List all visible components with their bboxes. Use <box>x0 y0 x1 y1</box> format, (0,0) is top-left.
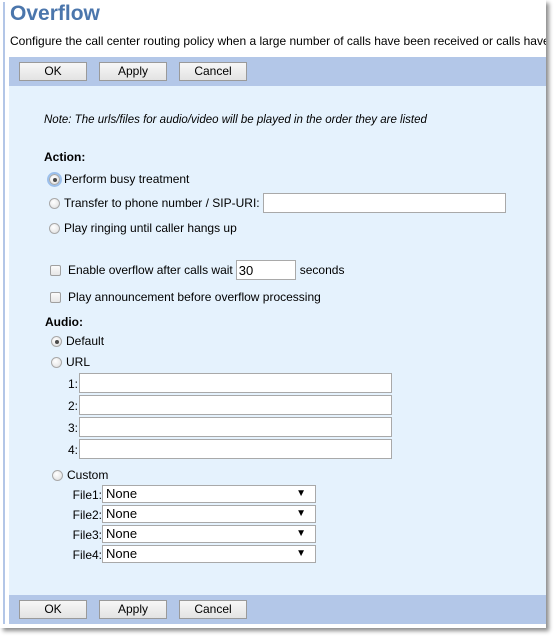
url-1-label: 1: <box>67 377 78 391</box>
wait-seconds-input[interactable] <box>235 260 296 280</box>
file-1-value: None <box>106 486 138 501</box>
top-toolbar: OK Apply Cancel <box>9 57 546 86</box>
action-option-transfer[interactable]: Transfer to phone number / SIP-URI: <box>49 193 506 213</box>
announce-label: Play announcement before overflow proces… <box>68 290 321 304</box>
busy-treatment-label: Perform busy treatment <box>64 172 190 186</box>
file-1-select[interactable]: None ▼ <box>102 485 316 503</box>
cancel-button-bottom[interactable]: Cancel <box>179 600 247 619</box>
enable-overflow-checkbox[interactable] <box>50 264 61 276</box>
dropdown-arrow-icon: ▼ <box>296 488 306 499</box>
audio-url-label: URL <box>66 355 91 369</box>
url-4-input[interactable] <box>79 439 392 459</box>
audio-url-option[interactable]: URL <box>51 355 90 369</box>
audio-heading: Audio: <box>45 315 83 329</box>
bottom-toolbar: OK Apply Cancel <box>9 595 546 624</box>
file-3-select[interactable]: None ▼ <box>102 525 316 543</box>
audio-default-option[interactable]: Default <box>51 334 104 348</box>
action-option-ringing[interactable]: Play ringing until caller hangs up <box>49 221 237 235</box>
file-3-value: None <box>106 526 138 541</box>
file-2-label: File2: <box>72 508 102 522</box>
url-2-input[interactable] <box>79 395 392 415</box>
url-4-label: 4: <box>67 443 78 457</box>
transfer-number-input[interactable] <box>262 193 506 213</box>
url-3-input[interactable] <box>79 417 392 437</box>
ok-button-bottom[interactable]: OK <box>19 600 87 619</box>
cancel-button[interactable]: Cancel <box>179 62 247 81</box>
dropdown-arrow-icon: ▼ <box>296 528 306 539</box>
file-4-value: None <box>106 546 138 561</box>
radio-busy-treatment[interactable] <box>47 171 62 187</box>
announce-checkbox[interactable] <box>50 291 61 303</box>
file-4-select[interactable]: None ▼ <box>102 545 316 563</box>
file-3-label: File3: <box>72 528 102 542</box>
apply-button[interactable]: Apply <box>99 62 167 81</box>
dropdown-arrow-icon: ▼ <box>296 508 306 519</box>
audio-custom-option[interactable]: Custom <box>52 468 108 482</box>
page-title: Overflow <box>10 2 100 25</box>
url-3-label: 3: <box>67 421 78 435</box>
url-1-input[interactable] <box>79 373 392 393</box>
file-2-select[interactable]: None ▼ <box>102 505 316 523</box>
announce-row[interactable]: Play announcement before overflow proces… <box>50 290 321 304</box>
radio-audio-default[interactable] <box>51 335 62 347</box>
enable-overflow-label: Enable overflow after calls wait <box>68 263 233 277</box>
radio-audio-custom[interactable] <box>52 469 63 481</box>
overflow-page: Overflow Configure the call center routi… <box>0 0 546 628</box>
enable-overflow-row[interactable]: Enable overflow after calls wait seconds <box>50 260 344 280</box>
file-4-label: File4: <box>72 548 102 562</box>
page-description: Configure the call center routing policy… <box>10 34 546 48</box>
radio-audio-url[interactable] <box>51 356 62 368</box>
left-border <box>3 2 5 624</box>
apply-button-bottom[interactable]: Apply <box>99 600 167 619</box>
file-2-value: None <box>106 506 138 521</box>
transfer-label: Transfer to phone number / SIP-URI: <box>64 196 260 210</box>
audio-custom-label: Custom <box>67 468 109 482</box>
dropdown-arrow-icon: ▼ <box>296 548 306 559</box>
audio-default-label: Default <box>66 334 105 348</box>
note-text: Note: The urls/files for audio/video wil… <box>44 114 427 126</box>
action-heading: Action: <box>44 150 86 164</box>
file-1-label: File1: <box>72 488 102 502</box>
play-ringing-label: Play ringing until caller hangs up <box>64 221 237 235</box>
action-option-busy[interactable]: Perform busy treatment <box>47 171 190 187</box>
url-2-label: 2: <box>67 399 78 413</box>
radio-transfer[interactable] <box>49 197 60 209</box>
radio-play-ringing[interactable] <box>49 222 60 234</box>
seconds-label: seconds <box>299 263 345 277</box>
ok-button[interactable]: OK <box>19 62 87 81</box>
